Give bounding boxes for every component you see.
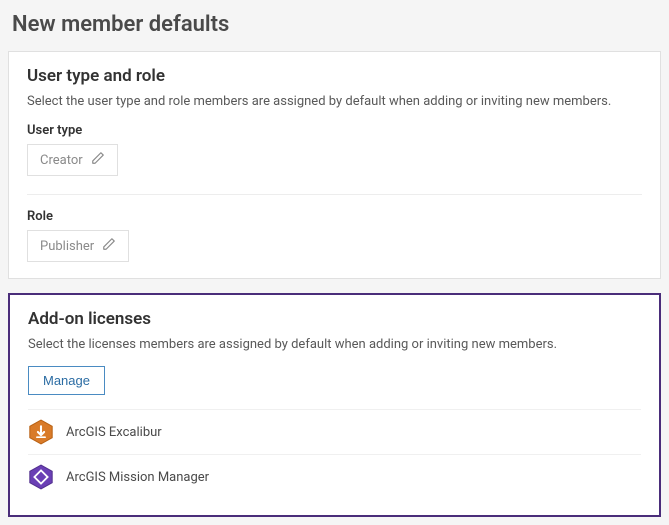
manage-button[interactable]: Manage	[28, 366, 105, 395]
user-type-role-description: Select the user type and role members ar…	[27, 94, 642, 109]
user-type-role-card: User type and role Select the user type …	[8, 51, 661, 279]
role-label: Role	[27, 209, 642, 224]
user-type-selector[interactable]: Creator	[27, 144, 118, 176]
addon-licenses-description: Select the licenses members are assigned…	[28, 337, 641, 352]
license-item: ArcGIS Mission Manager	[28, 454, 641, 499]
mission-manager-icon	[28, 464, 54, 490]
pencil-icon	[102, 237, 116, 255]
addon-licenses-card: Add-on licenses Select the licenses memb…	[8, 293, 661, 517]
divider	[27, 194, 642, 195]
user-type-label: User type	[27, 123, 642, 138]
license-item: ArcGIS Excalibur	[28, 409, 641, 454]
user-type-role-title: User type and role	[27, 66, 642, 86]
addon-licenses-title: Add-on licenses	[28, 309, 641, 329]
pencil-icon	[91, 151, 105, 169]
license-label: ArcGIS Excalibur	[66, 425, 162, 440]
license-label: ArcGIS Mission Manager	[66, 470, 209, 485]
page-title: New member defaults	[12, 12, 657, 37]
role-value: Publisher	[40, 239, 94, 254]
role-selector[interactable]: Publisher	[27, 230, 129, 262]
license-list: ArcGIS Excalibur ArcGIS Mission Manager	[28, 409, 641, 499]
user-type-value: Creator	[40, 153, 83, 168]
excalibur-icon	[28, 419, 54, 445]
